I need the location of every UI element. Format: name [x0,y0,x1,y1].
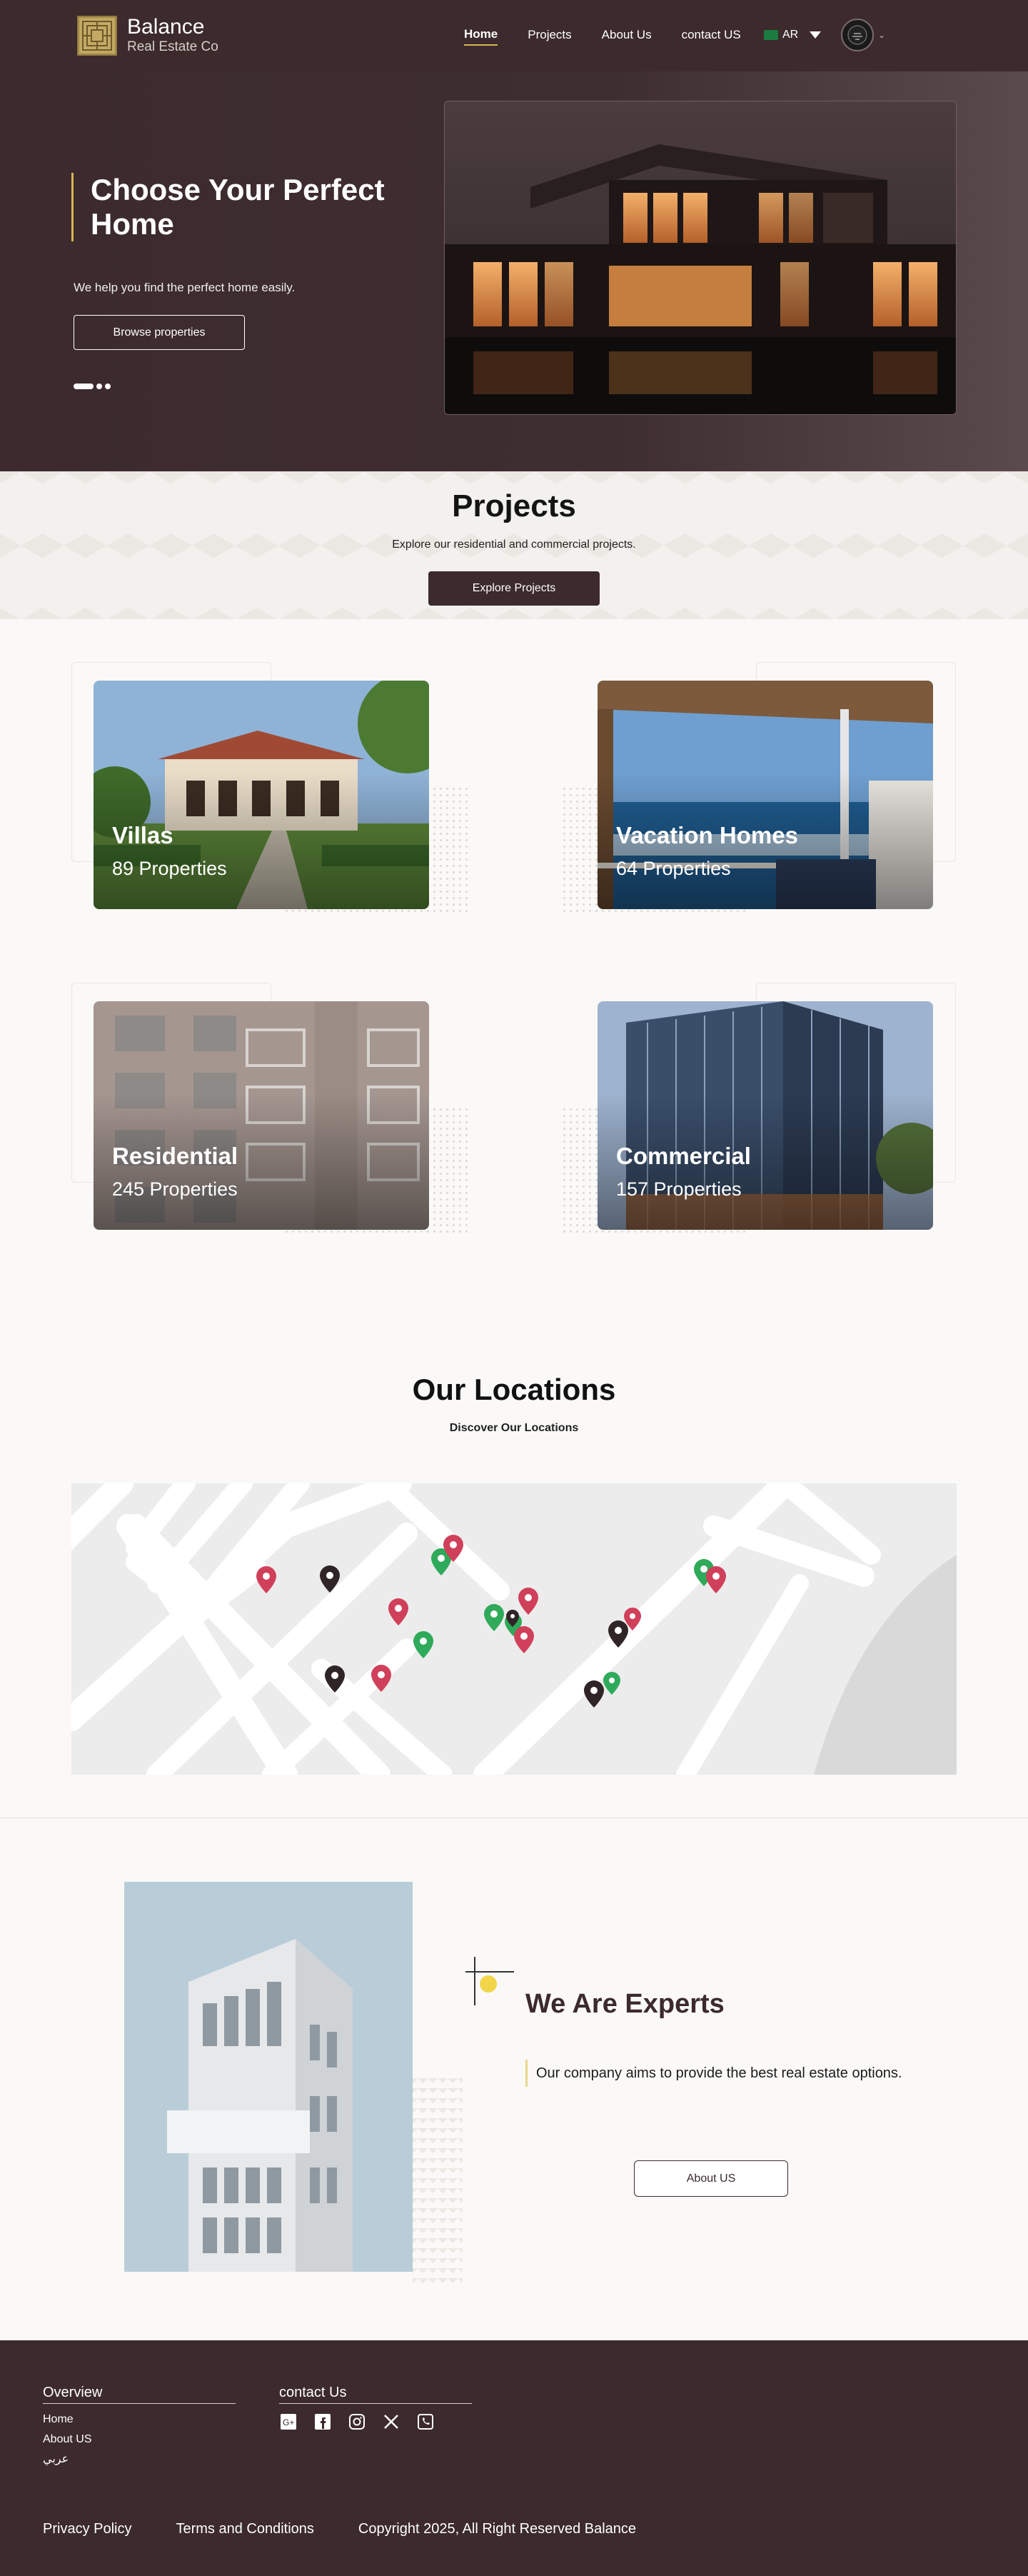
svg-text:G+: G+ [283,2417,294,2427]
locations-subtitle: Discover Our Locations [449,1422,579,1434]
footer-bottom: Privacy Policy Terms and Conditions Copy… [43,2521,636,2537]
projects-header: Projects Explore our residential and com… [0,471,1028,619]
terms-link[interactable]: Terms and Conditions [176,2521,313,2537]
crosshair-decoration [474,1957,475,2005]
nav-home[interactable]: Home [464,27,498,46]
footer-link-arabic[interactable]: عربي [43,2450,236,2470]
footer-overview-title: Overview [43,2385,236,2404]
footer-contact: contact Us G+ [279,2385,472,2431]
experts-text: Our company aims to provide the best rea… [525,2060,902,2087]
browse-properties-button[interactable]: Browse properties [74,315,245,350]
footer-link-home[interactable]: Home [43,2410,236,2430]
logo-subtitle: Real Estate Co [127,39,218,54]
yellow-dot-decoration [480,1975,497,1993]
footer-link-about[interactable]: About US [43,2430,236,2450]
experts-pattern-decoration [413,2078,463,2285]
category-title: Vacation Homes [616,822,798,848]
slider-dot-2[interactable] [96,384,102,389]
experts-title: We Are Experts [525,1989,725,2019]
about-us-button[interactable]: About US [634,2160,788,2197]
language-label: AR [782,29,799,41]
language-switcher[interactable]: AR [764,29,822,41]
instagram-icon[interactable] [348,2412,366,2431]
hero-title: Choose Your Perfect Home [91,173,385,241]
phone-icon[interactable] [416,2412,435,2431]
social-links: G+ [279,2412,472,2431]
footer-contact-title: contact Us [279,2385,472,2404]
projects-subtitle: Explore our residential and commercial p… [392,538,636,551]
privacy-policy-link[interactable]: Privacy Policy [43,2521,131,2537]
slider-dot-3[interactable] [105,384,111,389]
locations-map[interactable] [71,1483,957,1775]
category-card-vacation-homes[interactable]: Vacation Homes 64 Properties [598,681,933,909]
logo[interactable]: Balance Real Estate Co [77,16,218,56]
nav-about[interactable]: About Us [602,28,652,45]
category-title: Residential [112,1143,238,1169]
slider-dots [74,384,111,389]
hero-subtitle: We help you find the perfect home easily… [74,281,296,294]
projects-title: Projects [452,488,576,523]
hero-title-block: Choose Your Perfect Home [71,173,414,241]
saudi-flag-icon [764,30,778,40]
category-count: 157 Properties [616,1178,742,1200]
main-nav: Home Projects About Us contact US [464,27,741,46]
slider-dot-1[interactable] [74,384,94,389]
category-card-villas[interactable]: Villas 89 Properties [94,681,429,909]
logo-title: Balance [127,15,205,39]
crosshair-decoration [465,1971,514,1973]
nav-projects[interactable]: Projects [528,28,571,45]
logo-mark-icon [77,16,117,56]
explore-projects-button[interactable]: Explore Projects [428,571,600,606]
google-plus-icon[interactable]: G+ [279,2412,298,2431]
category-title: Villas [112,822,173,848]
nav-contact[interactable]: contact US [682,28,741,45]
site-footer: Overview Home About US عربي contact Us G… [0,2340,1028,2576]
facebook-icon[interactable] [313,2412,332,2431]
site-header: Balance Real Estate Co Home Projects Abo… [0,0,1028,71]
copyright-text: Copyright 2025, All Right Reserved Balan… [358,2521,637,2537]
category-card-commercial[interactable]: Commercial 157 Properties [598,1001,933,1230]
x-icon[interactable] [382,2412,400,2431]
hero-section: Choose Your Perfect Home We help you fin… [0,71,1028,471]
hero-house-image [444,101,957,415]
chevron-down-icon: ⌄ [878,30,886,40]
caret-down-icon [810,31,822,39]
category-title: Commercial [616,1143,751,1169]
category-count: 89 Properties [112,858,227,879]
category-count: 245 Properties [112,1178,238,1200]
category-card-residential[interactable]: Residential 245 Properties [94,1001,429,1230]
locations-title: Our Locations [412,1373,616,1406]
category-count: 64 Properties [616,858,731,879]
avatar [841,19,874,51]
footer-overview: Overview Home About US عربي [43,2385,236,2470]
experts-building-image [124,1882,413,2272]
user-menu[interactable]: ⌄ [841,19,885,51]
